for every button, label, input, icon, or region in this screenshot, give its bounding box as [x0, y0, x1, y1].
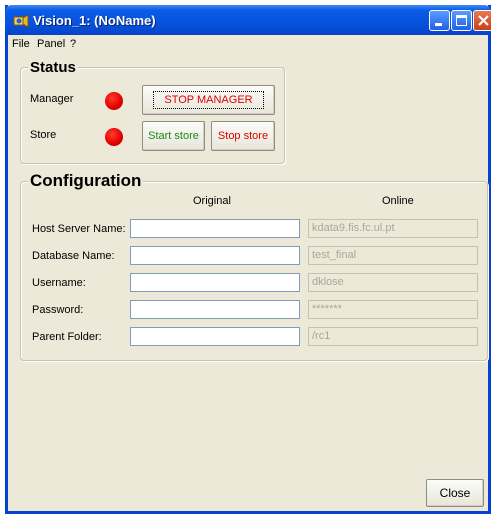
username-label: Username: [32, 277, 86, 289]
username-original-input[interactable] [130, 273, 300, 292]
host-server-name-original-input[interactable] [130, 219, 300, 238]
parent-folder-label: Parent Folder: [32, 331, 102, 343]
status-group: Status Manager STOP MANAGER Store Start … [20, 59, 285, 164]
title-bar[interactable]: Vision_1: (NoName) [5, 5, 491, 35]
online-column-header: Online [382, 195, 414, 207]
password-online-field: ******* [308, 300, 478, 319]
minimize-button[interactable] [429, 10, 450, 31]
close-icon [478, 15, 489, 26]
stop-manager-button[interactable]: STOP MANAGER [142, 85, 275, 115]
minimize-icon [435, 23, 442, 26]
start-store-button[interactable]: Start store [142, 121, 205, 151]
close-window-button[interactable] [473, 10, 491, 31]
app-icon [13, 14, 29, 28]
parent-folder-original-input[interactable] [130, 327, 300, 346]
app-window: Vision_1: (NoName) File Panel ? Status M… [5, 5, 491, 514]
close-button[interactable]: Close [426, 479, 484, 507]
manager-status-indicator [105, 92, 123, 110]
status-title: Status [28, 59, 78, 76]
maximize-icon [456, 15, 467, 26]
parent-folder-online-field: /rc1 [308, 327, 478, 346]
menu-panel[interactable]: Panel [37, 38, 65, 50]
username-online-field: dklose [308, 273, 478, 292]
password-original-input[interactable] [130, 300, 300, 319]
host-server-name-online-field: kdata9.fis.fc.ul.pt [308, 219, 478, 238]
store-status-indicator [105, 128, 123, 146]
stop-manager-label: STOP MANAGER [153, 91, 264, 109]
configuration-title: Configuration [28, 171, 144, 191]
original-column-header: Original [193, 195, 231, 207]
manager-label: Manager [30, 93, 74, 105]
host-server-name-label: Host Server Name: [32, 223, 126, 235]
database-name-online-field: test_final [308, 246, 478, 265]
menu-help[interactable]: ? [70, 38, 76, 50]
password-label: Password: [32, 304, 84, 316]
configuration-group: Configuration Original Online Host Serve… [20, 171, 488, 361]
menu-file[interactable]: File [12, 38, 30, 50]
database-name-label: Database Name: [32, 250, 115, 262]
stop-store-button[interactable]: Stop store [211, 121, 275, 151]
database-name-original-input[interactable] [130, 246, 300, 265]
maximize-button[interactable] [451, 10, 472, 31]
window-title: Vision_1: (NoName) [33, 13, 156, 28]
store-label: Store [30, 129, 57, 141]
menu-bar: File Panel ? [8, 35, 488, 53]
